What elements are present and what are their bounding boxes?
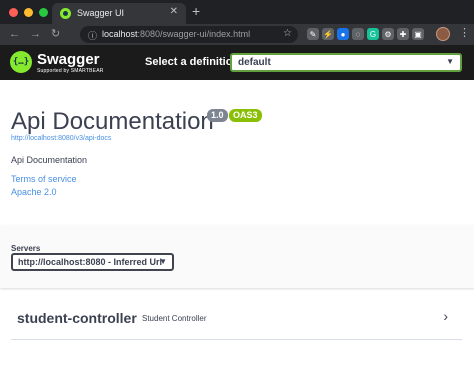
page-title: Api Documentation [11, 108, 214, 135]
controller-name: student-controller [17, 310, 137, 326]
browser-menu-icon[interactable]: ⋮ [459, 27, 470, 40]
forward-icon[interactable]: → [30, 27, 41, 41]
grammarly-icon[interactable]: G [367, 28, 379, 40]
definition-value: default [238, 57, 271, 68]
cookie-icon[interactable]: ◌ [352, 28, 364, 40]
chevron-down-icon: ▼ [159, 257, 167, 266]
chevron-down-icon: ▼ [446, 57, 454, 66]
profile-avatar[interactable] [436, 27, 450, 41]
url-path: :8080/swagger-ui/index.html [137, 29, 251, 39]
screen-icon[interactable]: ▣ [412, 28, 424, 40]
info-icon[interactable]: ⓘ [88, 29, 97, 42]
dropper-icon[interactable]: ✎ [307, 28, 319, 40]
api-docs-link[interactable]: http://localhost:8080/v3/api-docs [11, 135, 111, 142]
version-badge: 1.0 [207, 109, 228, 122]
definition-label: Select a definition [145, 56, 240, 68]
servers-value: http://localhost:8080 - Inferred Url [18, 257, 163, 267]
url-text: localhost:8080/swagger-ui/index.html [102, 29, 250, 39]
terms-of-service-link[interactable]: Terms of service [11, 174, 77, 184]
close-window-button[interactable] [9, 8, 18, 17]
address-bar[interactable]: ⓘ localhost:8080/swagger-ui/index.html ☆ [80, 26, 298, 43]
tab-title: Swagger UI [77, 8, 125, 18]
maximize-window-button[interactable] [39, 8, 48, 17]
api-description: Api Documentation [11, 155, 88, 165]
swagger-favicon-icon [60, 8, 71, 19]
window-controls [9, 8, 48, 17]
close-tab-icon[interactable]: ✕ [170, 6, 178, 17]
swagger-logo-icon: {…} [10, 51, 32, 73]
back-icon[interactable]: ← [9, 27, 20, 41]
url-host: localhost [102, 29, 138, 39]
browser-tab-bar: Swagger UI ✕ + [0, 0, 474, 24]
oas-badge: OAS3 [229, 109, 262, 122]
bookmark-star-icon[interactable]: ☆ [283, 28, 292, 39]
servers-select[interactable]: http://localhost:8080 - Inferred Url ▼ [11, 253, 174, 271]
browser-toolbar: ← → ↻ ⓘ localhost:8080/swagger-ui/index.… [0, 24, 474, 45]
logo-text: Swagger [37, 51, 100, 68]
puzzle-icon[interactable]: ✚ [397, 28, 409, 40]
controller-description: Student Controller [142, 314, 207, 323]
blue-extension-icon[interactable]: ● [337, 28, 349, 40]
chevron-right-icon[interactable]: › [443, 308, 448, 324]
reload-icon[interactable]: ↻ [51, 27, 60, 41]
controller-section[interactable]: student-controller Student Controller › [11, 298, 462, 340]
license-link[interactable]: Apache 2.0 [11, 187, 57, 197]
definition-select[interactable]: default ▼ [230, 53, 462, 72]
new-tab-button[interactable]: + [192, 4, 200, 18]
servers-label: Servers [11, 244, 41, 253]
browser-tab[interactable]: Swagger UI ✕ [52, 3, 186, 24]
bolt-icon[interactable]: ⚡ [322, 28, 334, 40]
minimize-window-button[interactable] [24, 8, 33, 17]
gear-icon[interactable]: ⚙ [382, 28, 394, 40]
logo-subtitle: Supported by SMARTBEAR [37, 68, 104, 74]
